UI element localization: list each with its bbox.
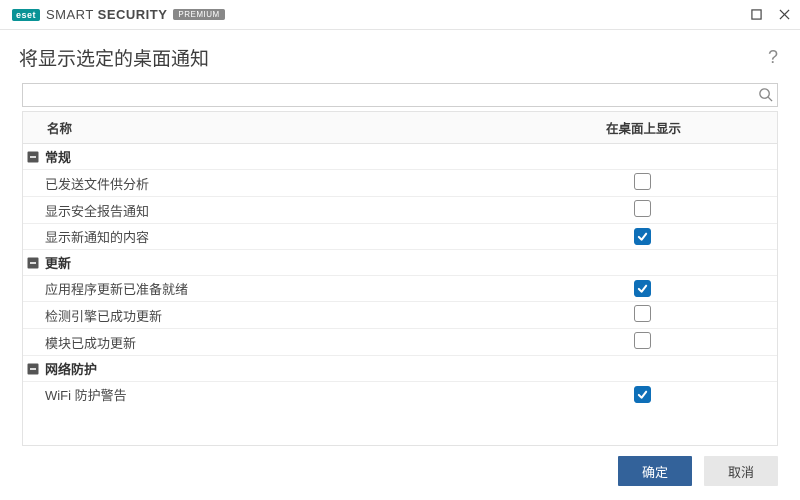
item-label: 显示新通知的内容 xyxy=(45,227,602,246)
ok-button[interactable]: 确定 xyxy=(618,456,692,486)
window-controls xyxy=(748,7,792,23)
item-check-cell xyxy=(602,228,777,245)
checkbox[interactable] xyxy=(634,386,651,403)
dialog-footer: 确定 取消 xyxy=(618,456,778,486)
item-label: 应用程序更新已准备就绪 xyxy=(45,279,602,298)
item-check-cell xyxy=(602,386,777,403)
table-row: 显示安全报告通知 xyxy=(23,197,777,224)
item-check-cell xyxy=(602,305,777,325)
group-row[interactable]: 网络防护 xyxy=(23,356,777,382)
checkbox[interactable] xyxy=(634,173,651,190)
table-header: 名称 在桌面上显示 xyxy=(23,111,777,144)
column-show[interactable]: 在桌面上显示 xyxy=(602,112,777,143)
page-title: 将显示选定的桌面通知 xyxy=(19,44,768,71)
table-row: 应用程序更新已准备就绪 xyxy=(23,276,777,302)
brand-logo: eset xyxy=(12,9,40,21)
item-label: 模块已成功更新 xyxy=(45,333,602,352)
search-icon[interactable] xyxy=(758,87,773,102)
table-blank-space xyxy=(23,407,777,445)
item-label: 已发送文件供分析 xyxy=(45,174,602,193)
group-label: 更新 xyxy=(45,253,777,272)
table-row: 已发送文件供分析 xyxy=(23,170,777,197)
group-label: 网络防护 xyxy=(45,359,777,378)
checkbox[interactable] xyxy=(634,200,651,217)
search-input[interactable] xyxy=(22,83,778,107)
collapse-icon[interactable] xyxy=(27,257,39,269)
page-header: 将显示选定的桌面通知 ? xyxy=(0,30,800,83)
title-bar: eset SMART SECURITY PREMIUM xyxy=(0,0,800,30)
group-row[interactable]: 更新 xyxy=(23,250,777,276)
brand-name: SMART SECURITY xyxy=(46,7,167,22)
checkbox[interactable] xyxy=(634,228,651,245)
checkbox[interactable] xyxy=(634,332,651,349)
help-icon[interactable]: ? xyxy=(768,47,778,68)
table-row: WiFi 防护警告 xyxy=(23,382,777,407)
cancel-button[interactable]: 取消 xyxy=(704,456,778,486)
table-body: 常规已发送文件供分析显示安全报告通知显示新通知的内容更新应用程序更新已准备就绪检… xyxy=(23,144,777,407)
checkbox[interactable] xyxy=(634,280,651,297)
maximize-button[interactable] xyxy=(748,7,764,23)
search-box xyxy=(22,83,778,107)
brand-name-part1: SMART xyxy=(46,7,98,22)
brand: eset SMART SECURITY PREMIUM xyxy=(12,7,748,22)
item-check-cell xyxy=(602,332,777,352)
group-row[interactable]: 常规 xyxy=(23,144,777,170)
item-label: 显示安全报告通知 xyxy=(45,201,602,220)
collapse-icon[interactable] xyxy=(27,151,39,163)
collapse-icon[interactable] xyxy=(27,363,39,375)
notification-table: 名称 在桌面上显示 常规已发送文件供分析显示安全报告通知显示新通知的内容更新应用… xyxy=(22,111,778,446)
item-label: 检测引擎已成功更新 xyxy=(45,306,602,325)
table-row: 检测引擎已成功更新 xyxy=(23,302,777,329)
table-row: 模块已成功更新 xyxy=(23,329,777,356)
column-name[interactable]: 名称 xyxy=(23,112,602,143)
item-check-cell xyxy=(602,280,777,297)
item-check-cell xyxy=(602,200,777,220)
close-button[interactable] xyxy=(776,7,792,23)
item-check-cell xyxy=(602,173,777,193)
item-label: WiFi 防护警告 xyxy=(45,385,602,404)
table-row: 显示新通知的内容 xyxy=(23,224,777,250)
checkbox[interactable] xyxy=(634,305,651,322)
brand-tier-badge: PREMIUM xyxy=(173,9,224,20)
brand-name-part2: SECURITY xyxy=(98,7,168,22)
group-label: 常规 xyxy=(45,147,777,166)
